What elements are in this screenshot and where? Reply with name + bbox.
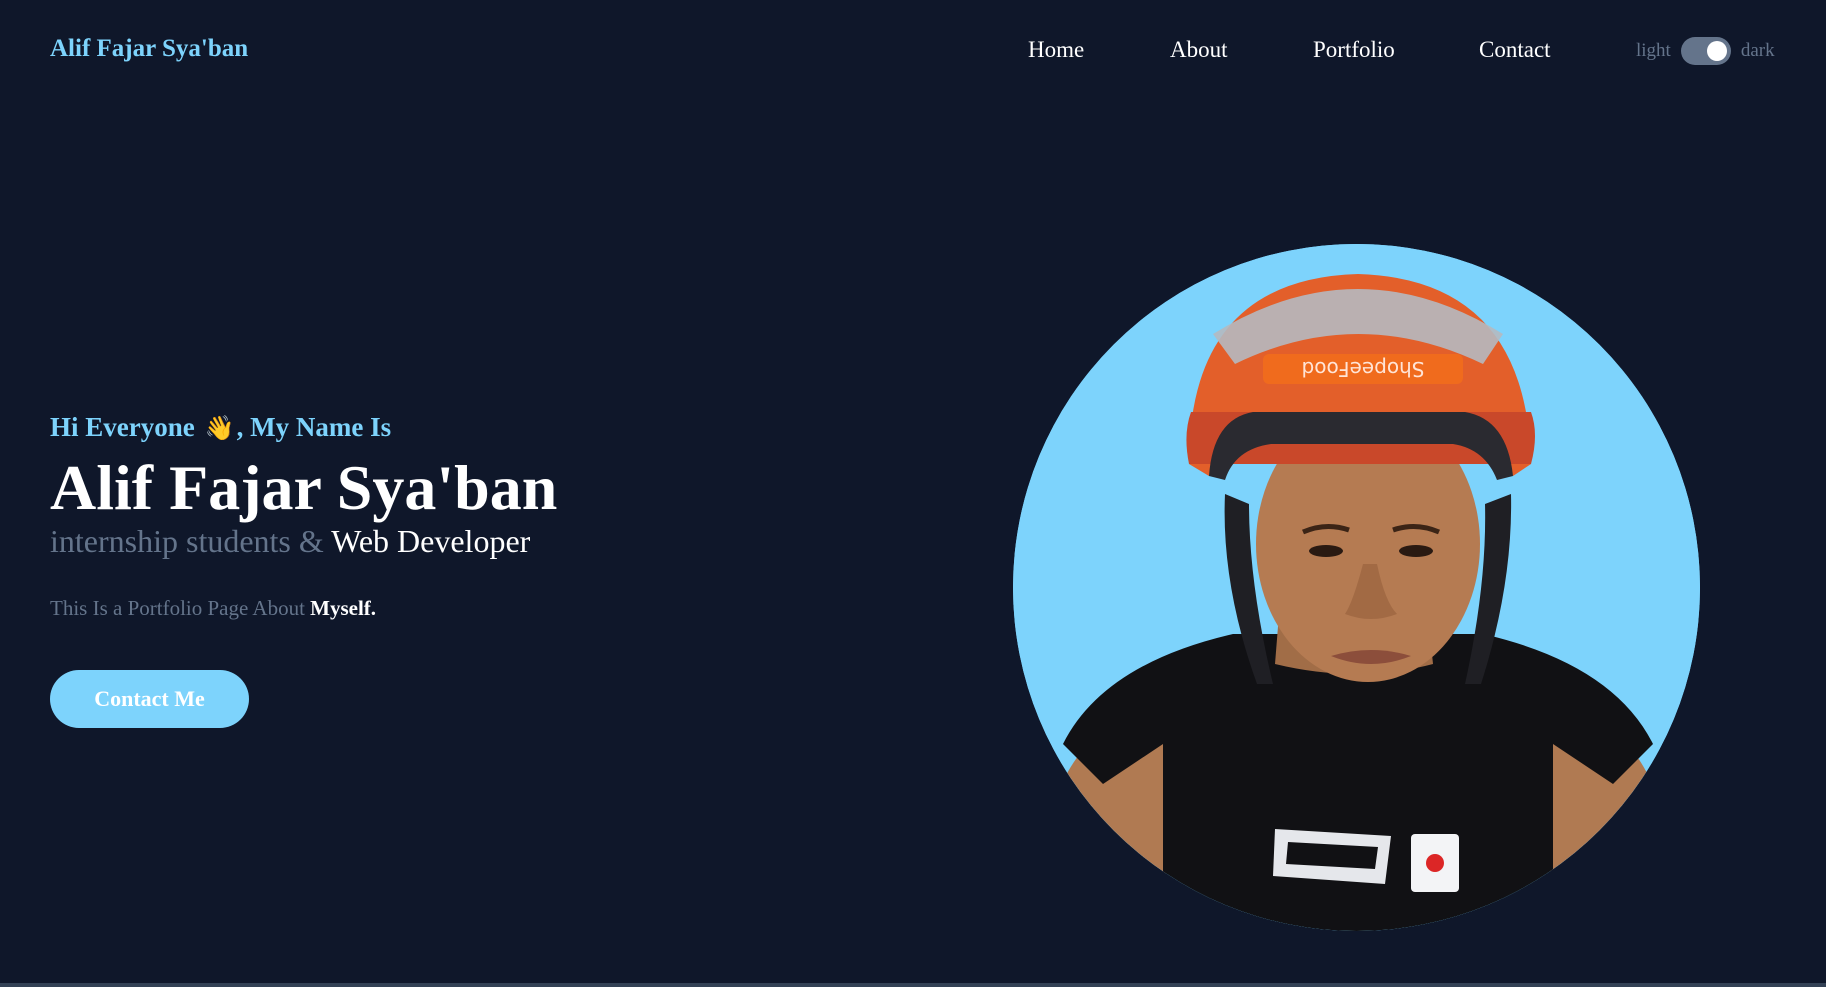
role-prefix: internship students & [50,523,324,559]
svg-text:ShopeeFood: ShopeeFood [1302,357,1425,381]
nav-about[interactable]: About [1170,37,1228,63]
role-highlight: Web Developer [331,523,531,559]
waving-hand-icon: 👋 [204,413,235,442]
description-bold: Myself. [310,596,377,620]
toggle-knob [1706,41,1727,61]
left-eye [1309,545,1343,557]
hero-name: Alif Fajar Sya'ban [50,452,558,523]
site-header: Alif Fajar Sya'ban Home About Portfolio … [0,0,1826,104]
hero-role: internship students & Web Developer [50,523,530,560]
hero-description: This Is a Portfolio Page About Myself. [50,596,376,621]
right-eye [1399,545,1433,557]
nav-home[interactable]: Home [1028,37,1084,63]
theme-light-label: light [1636,40,1671,61]
theme-toggle-switch[interactable] [1680,37,1731,65]
description-prefix: This Is a Portfolio Page About [50,596,305,620]
profile-photo: ShopeeFood [1013,244,1700,931]
helmet-logo: ShopeeFood [1263,354,1463,384]
nav-contact[interactable]: Contact [1479,37,1551,63]
theme-toggle-group: light dark [1636,36,1775,66]
greeting-prefix: Hi Everyone [50,412,195,442]
nav-portfolio[interactable]: Portfolio [1313,37,1395,63]
contact-me-button[interactable]: Contact Me [50,670,249,728]
theme-dark-label: dark [1740,40,1775,61]
greeting-suffix: , My Name Is [236,412,392,442]
bottom-divider [0,983,1826,987]
hero-greeting: Hi Everyone 👋 , My Name Is [50,412,391,443]
brand-logo-text[interactable]: Alif Fajar Sya'ban [50,35,248,63]
profile-illustration: ShopeeFood [1013,244,1700,931]
